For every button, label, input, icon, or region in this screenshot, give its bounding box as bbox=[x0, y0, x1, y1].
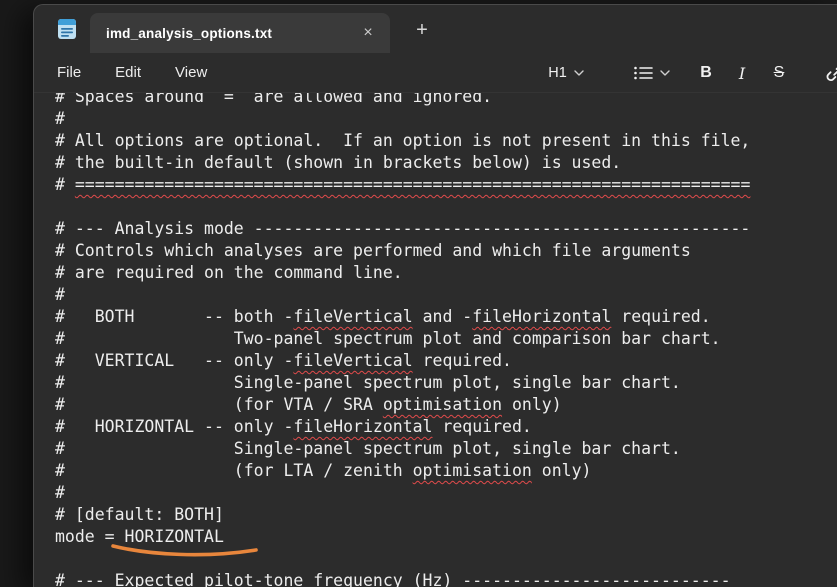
text-segment: only) bbox=[502, 395, 562, 414]
text-segment: # --- Analysis mode --------------------… bbox=[55, 219, 750, 238]
text-segment: # bbox=[55, 285, 65, 304]
text-segment: mode = HORIZONTAL bbox=[55, 527, 224, 546]
editor-line: # --- Analysis mode --------------------… bbox=[55, 218, 750, 240]
menu-view[interactable]: View bbox=[162, 58, 220, 87]
editor-line: # ======================================… bbox=[55, 174, 750, 196]
editor-line bbox=[55, 196, 750, 218]
editor-lines: # Spaces around = are allowed and ignore… bbox=[55, 93, 750, 587]
text-segment: # Two-panel spectrum plot and comparison… bbox=[55, 329, 721, 348]
misspelled-text: ========================================… bbox=[75, 175, 751, 194]
text-segment: # the built-in default (shown in bracket… bbox=[55, 153, 621, 172]
editor-line bbox=[55, 548, 750, 570]
editor-line: # (for LTA / zenith optimisation only) bbox=[55, 460, 750, 482]
text-segment: # BOTH -- both - bbox=[55, 307, 293, 326]
link-button[interactable] bbox=[819, 57, 837, 89]
text-segment: and - bbox=[413, 307, 473, 326]
notepad-app-icon bbox=[55, 17, 79, 41]
title-bar[interactable]: imd_analysis_options.txt × + bbox=[34, 5, 837, 53]
text-segment: only) bbox=[532, 461, 592, 480]
misspelled-text: fileVertical bbox=[293, 307, 412, 326]
text-segment: # (for LTA / zenith bbox=[55, 461, 413, 480]
text-segment: # Single-panel spectrum plot, single bar… bbox=[55, 439, 681, 458]
close-tab-icon[interactable]: × bbox=[356, 21, 380, 45]
list-icon bbox=[633, 65, 653, 81]
editor-line: # [default: BOTH] bbox=[55, 504, 750, 526]
editor-line: # the built-in default (shown in bracket… bbox=[55, 152, 750, 174]
misspelled-text: fileHorizontal bbox=[472, 307, 611, 326]
text-segment: required. bbox=[611, 307, 710, 326]
text-segment: # (for VTA / SRA bbox=[55, 395, 383, 414]
heading-label: H1 bbox=[548, 65, 567, 81]
chevron-down-icon bbox=[660, 70, 670, 76]
editor-line: # Single-panel spectrum plot, single bar… bbox=[55, 438, 750, 460]
editor-line: mode = HORIZONTAL bbox=[55, 526, 750, 548]
editor-line: # Controls which analyses are performed … bbox=[55, 240, 750, 262]
text-segment: # Single-panel spectrum plot, single bar… bbox=[55, 373, 681, 392]
editor-line: # VERTICAL -- only -fileVertical require… bbox=[55, 350, 750, 372]
text-segment: # bbox=[55, 175, 75, 194]
editor-line: # Spaces around = are allowed and ignore… bbox=[55, 93, 750, 108]
bold-button[interactable]: B bbox=[689, 57, 723, 89]
editor-line: # Single-panel spectrum plot, single bar… bbox=[55, 372, 750, 394]
editor-line: # bbox=[55, 284, 750, 306]
text-segment: # bbox=[55, 483, 65, 502]
editor-line: # bbox=[55, 108, 750, 130]
editor-line: # Two-panel spectrum plot and comparison… bbox=[55, 328, 750, 350]
text-segment: # bbox=[55, 109, 65, 128]
chevron-down-icon bbox=[574, 70, 584, 76]
heading-format-button[interactable]: H1 bbox=[540, 57, 592, 89]
editor-line: # All options are optional. If an option… bbox=[55, 130, 750, 152]
editor-line: # BOTH -- both -fileVertical and -fileHo… bbox=[55, 306, 750, 328]
text-segment: required. bbox=[413, 351, 512, 370]
text-segment: # All options are optional. If an option… bbox=[55, 131, 750, 150]
misspelled-text: optimisation bbox=[413, 461, 532, 480]
text-segment: # are required on the command line. bbox=[55, 263, 403, 282]
misspelled-text: fileVertical bbox=[293, 351, 412, 370]
menu-file[interactable]: File bbox=[44, 58, 94, 87]
text-segment: # [default: BOTH] bbox=[55, 505, 224, 524]
strikethrough-button[interactable]: S bbox=[762, 57, 796, 89]
text-segment: # --- Expected pilot-tone frequency (Hz)… bbox=[55, 571, 731, 587]
editor-line: # bbox=[55, 482, 750, 504]
text-segment: # HORIZONTAL -- only - bbox=[55, 417, 293, 436]
editor-line: # (for VTA / SRA optimisation only) bbox=[55, 394, 750, 416]
notepad-window: imd_analysis_options.txt × + File Edit V… bbox=[33, 4, 837, 587]
tab-title: imd_analysis_options.txt bbox=[106, 26, 272, 41]
new-tab-button[interactable]: + bbox=[408, 16, 436, 44]
text-segment: # Spaces around = are allowed and ignore… bbox=[55, 93, 492, 106]
misspelled-text: optimisation bbox=[383, 395, 502, 414]
italic-button[interactable]: I bbox=[725, 57, 759, 89]
file-tab[interactable]: imd_analysis_options.txt × bbox=[90, 13, 390, 53]
text-editor[interactable]: # Spaces around = are allowed and ignore… bbox=[34, 93, 837, 587]
text-segment: # VERTICAL -- only - bbox=[55, 351, 293, 370]
misspelled-text: fileHorizontal bbox=[293, 417, 432, 436]
editor-line: # HORIZONTAL -- only -fileHorizontal req… bbox=[55, 416, 750, 438]
list-format-button[interactable] bbox=[625, 57, 677, 89]
text-segment: required. bbox=[433, 417, 532, 436]
menu-edit[interactable]: Edit bbox=[102, 58, 154, 87]
editor-line: # --- Expected pilot-tone frequency (Hz)… bbox=[55, 570, 750, 587]
link-icon bbox=[824, 61, 837, 85]
text-segment: # Controls which analyses are performed … bbox=[55, 241, 691, 260]
editor-line: # are required on the command line. bbox=[55, 262, 750, 284]
